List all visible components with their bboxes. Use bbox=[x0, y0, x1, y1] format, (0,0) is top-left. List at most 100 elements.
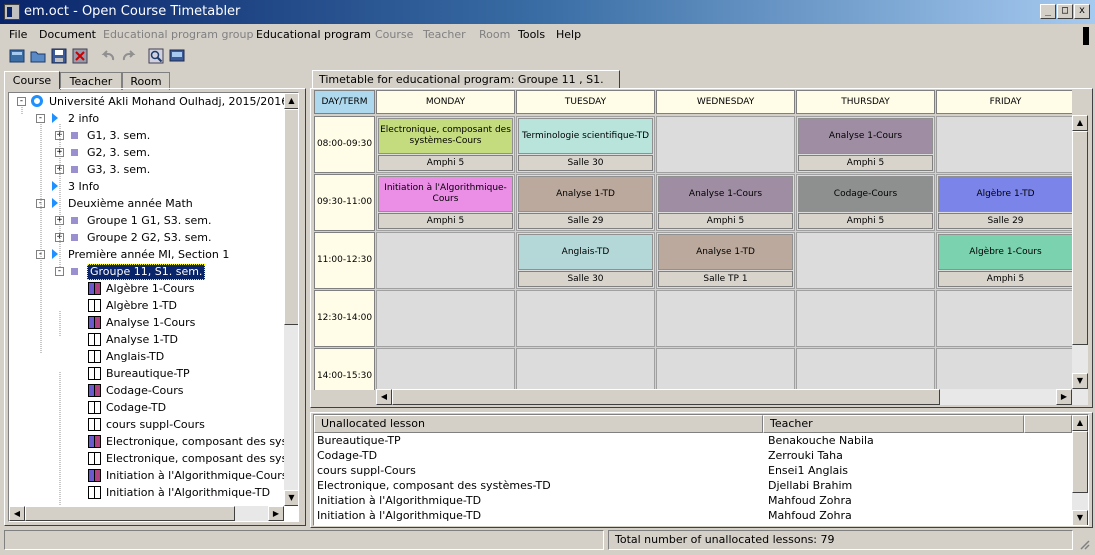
lesson-block[interactable]: Electronique, composant des systèmes-Cou… bbox=[378, 118, 513, 154]
tree-item[interactable]: + G2, 3. sem. bbox=[9, 144, 284, 161]
maximize-button[interactable]: □ bbox=[1057, 4, 1073, 19]
tree-vscrollbar[interactable]: ▲ ▼ bbox=[284, 93, 298, 506]
tree-item[interactable]: Bureautique-TP bbox=[9, 365, 284, 382]
table-scroll-up-icon[interactable]: ▲ bbox=[1072, 415, 1088, 431]
expand-icon[interactable]: + bbox=[55, 233, 64, 242]
tree-hscrollbar[interactable]: ◀ ▶ bbox=[9, 506, 284, 521]
timetable-slot-filled[interactable]: Analyse 1-Cours Amphi 5 bbox=[656, 174, 795, 231]
menu-educational-program[interactable]: Educational program bbox=[256, 28, 371, 41]
timetable-slot-filled[interactable]: Analyse 1-TD Salle 29 bbox=[516, 174, 655, 231]
tree-item[interactable]: - Deuxième année Math bbox=[9, 195, 284, 212]
tree-item[interactable]: + G1, 3. sem. bbox=[9, 127, 284, 144]
tree-item[interactable]: Algèbre 1-Cours bbox=[9, 280, 284, 297]
timetable-slot-empty[interactable] bbox=[376, 290, 515, 347]
resize-grip-icon[interactable] bbox=[1078, 538, 1090, 550]
grid-scroll-right-icon[interactable]: ▶ bbox=[1056, 389, 1072, 405]
timetable-slot-filled[interactable]: Analyse 1-TD Salle TP 1 bbox=[656, 232, 795, 289]
grid-hscroll-thumb[interactable] bbox=[392, 389, 940, 405]
preview-icon[interactable] bbox=[147, 47, 165, 65]
tree-item-selected[interactable]: - Groupe 11, S1. sem. bbox=[9, 263, 284, 280]
lesson-block[interactable]: Analyse 1-TD bbox=[518, 176, 653, 212]
lesson-block[interactable]: Terminologie scientifique-TD bbox=[518, 118, 653, 154]
minimize-button[interactable]: _ bbox=[1040, 4, 1056, 19]
lesson-block[interactable]: Anglais-TD bbox=[518, 234, 653, 270]
timetable-slot-empty[interactable] bbox=[516, 290, 655, 347]
timetable-slot-filled[interactable]: Analyse 1-Cours Amphi 5 bbox=[796, 116, 935, 173]
timetable-slot-empty[interactable] bbox=[936, 116, 1072, 173]
tree-item[interactable]: - 2 info bbox=[9, 110, 284, 127]
timetable-slot-filled[interactable]: Algèbre 1-TD Salle 29 bbox=[936, 174, 1072, 231]
timetable-slot-filled[interactable]: Codage-Cours Amphi 5 bbox=[796, 174, 935, 231]
table-scroll-down-icon[interactable]: ▼ bbox=[1072, 510, 1088, 525]
grid-scroll-left-icon[interactable]: ◀ bbox=[376, 389, 392, 405]
menu-course[interactable]: Course bbox=[375, 28, 413, 41]
tree-item[interactable]: + Groupe 2 G2, S3. sem. bbox=[9, 229, 284, 246]
scroll-up-icon[interactable]: ▲ bbox=[284, 93, 298, 109]
grid-scroll-up-icon[interactable]: ▲ bbox=[1072, 115, 1088, 131]
tree-item[interactable]: Electronique, composant des systèm bbox=[9, 450, 284, 467]
scroll-thumb[interactable] bbox=[284, 109, 298, 325]
timetable-slot-filled[interactable]: Initiation à l'Algorithmique-Cours Amphi … bbox=[376, 174, 515, 231]
table-row[interactable]: Bureautique-TP Benakouche Nabila bbox=[314, 433, 1072, 448]
table-row[interactable]: Codage-TD Zerrouki Taha bbox=[314, 448, 1072, 463]
collapse-icon[interactable]: - bbox=[36, 114, 45, 123]
lesson-block[interactable]: Analyse 1-Cours bbox=[658, 176, 793, 212]
timetable-slot-filled[interactable]: Terminologie scientifique-TD Salle 30 bbox=[516, 116, 655, 173]
scroll-left-icon[interactable]: ◀ bbox=[9, 506, 25, 521]
timetable-slot-empty[interactable] bbox=[796, 290, 935, 347]
tree-item[interactable]: - Première année MI, Section 1 bbox=[9, 246, 284, 263]
timetable-slot-filled[interactable]: Anglais-TD Salle 30 bbox=[516, 232, 655, 289]
menu-tools[interactable]: Tools bbox=[518, 28, 545, 41]
timetable-slot-empty[interactable] bbox=[376, 232, 515, 289]
expand-icon[interactable]: + bbox=[55, 131, 64, 140]
undo-icon[interactable] bbox=[99, 47, 117, 65]
timetable-slot-filled[interactable]: Algèbre 1-Cours Amphi 5 bbox=[936, 232, 1072, 289]
expand-icon[interactable]: + bbox=[55, 148, 64, 157]
timetable-slot-empty[interactable] bbox=[376, 348, 515, 390]
lesson-block[interactable]: Algèbre 1-TD bbox=[938, 176, 1072, 212]
timetable-slot-empty[interactable] bbox=[656, 290, 795, 347]
timetable-slot-empty[interactable] bbox=[656, 116, 795, 173]
close-button[interactable]: x bbox=[1074, 4, 1090, 19]
tree-item[interactable]: cours suppl-Cours bbox=[9, 416, 284, 433]
tree-item[interactable]: Analyse 1-TD bbox=[9, 331, 284, 348]
col-header-teacher[interactable]: Teacher bbox=[763, 415, 1024, 433]
delete-icon[interactable] bbox=[71, 47, 89, 65]
lesson-block[interactable]: Algèbre 1-Cours bbox=[938, 234, 1072, 270]
tree-item[interactable]: 3 Info bbox=[9, 178, 284, 195]
timetable-slot-filled[interactable]: Electronique, composant des systèmes-Cou… bbox=[376, 116, 515, 173]
table-row[interactable]: Initiation à l'Algorithmique-TD Mahfoud Z… bbox=[314, 493, 1072, 508]
timetable-slot-empty[interactable] bbox=[796, 232, 935, 289]
collapse-icon[interactable]: - bbox=[36, 250, 45, 259]
menu-educational-program-group[interactable]: Educational program group bbox=[103, 28, 253, 41]
lesson-block[interactable]: Analyse 1-Cours bbox=[798, 118, 933, 154]
grid-vscrollbar[interactable]: ▲ ▼ bbox=[1072, 115, 1088, 390]
timetable-slot-empty[interactable] bbox=[936, 290, 1072, 347]
lesson-block[interactable]: Initiation à l'Algorithmique-Cours bbox=[378, 176, 513, 212]
scroll-down-icon[interactable]: ▼ bbox=[284, 490, 298, 506]
tab-course[interactable]: Course bbox=[4, 71, 60, 89]
tree-item[interactable]: + G3, 3. sem. bbox=[9, 161, 284, 178]
tree-item[interactable]: + Groupe 1 G1, S3. sem. bbox=[9, 212, 284, 229]
tree-item[interactable]: Initiation à l'Algorithmique-Cours bbox=[9, 467, 284, 484]
grid-hscrollbar[interactable]: ◀ ▶ bbox=[376, 389, 1088, 405]
expand-icon[interactable]: + bbox=[55, 216, 64, 225]
tree-item[interactable]: Codage-TD bbox=[9, 399, 284, 416]
table-vscroll-thumb[interactable] bbox=[1072, 431, 1088, 493]
save-icon[interactable] bbox=[50, 47, 68, 65]
scroll-right-icon[interactable]: ▶ bbox=[268, 506, 284, 521]
tree-item[interactable]: Initiation à l'Algorithmique-TD bbox=[9, 484, 284, 501]
timetable-slot-empty[interactable] bbox=[936, 348, 1072, 390]
tree-item[interactable]: Algèbre 1-TD bbox=[9, 297, 284, 314]
timetable-slot-empty[interactable] bbox=[516, 348, 655, 390]
new-icon[interactable] bbox=[8, 47, 26, 65]
hscroll-thumb[interactable] bbox=[25, 506, 235, 521]
print-icon[interactable] bbox=[168, 47, 186, 65]
expand-icon[interactable]: + bbox=[55, 165, 64, 174]
tree-item[interactable]: Anglais-TD bbox=[9, 348, 284, 365]
tree-item[interactable]: Electronique, composant des systèm bbox=[9, 433, 284, 450]
table-row[interactable]: Electronique, composant des systèmes-TD D… bbox=[314, 478, 1072, 493]
table-row[interactable]: cours suppl-Cours Ensei1 Anglais bbox=[314, 463, 1072, 478]
grid-vscroll-thumb[interactable] bbox=[1072, 131, 1088, 345]
table-vscrollbar[interactable]: ▲ ▼ bbox=[1072, 415, 1088, 525]
